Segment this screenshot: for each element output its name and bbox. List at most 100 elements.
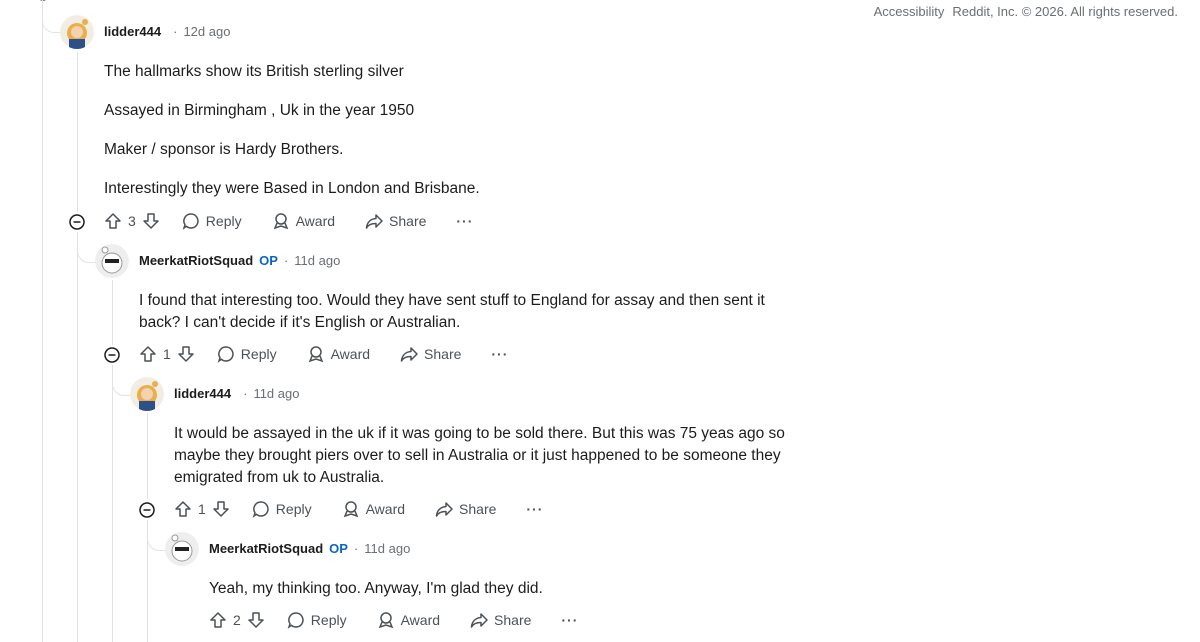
- thread-connector: [77, 232, 96, 263]
- timestamp[interactable]: 11d ago: [364, 541, 410, 556]
- thread-connector: [147, 520, 166, 551]
- award-button[interactable]: Award: [307, 345, 370, 363]
- copyright-text: Reddit, Inc. © 2026. All rights reserved…: [952, 4, 1178, 19]
- timestamp[interactable]: 12d ago: [183, 24, 230, 39]
- author-name[interactable]: lidder444: [104, 24, 161, 39]
- share-icon: [365, 214, 383, 229]
- vote-count: 1: [198, 501, 206, 517]
- comment-paragraph: Yeah, my thinking too. Anyway, I'm glad …: [209, 580, 543, 597]
- comment-icon: [287, 612, 304, 629]
- comment-icon: [252, 501, 269, 518]
- more-options-button[interactable]: ···: [526, 501, 543, 517]
- op-badge: OP: [259, 253, 278, 268]
- thread-line-1: [77, 52, 78, 212]
- thread-line-1b: [77, 232, 78, 642]
- reply-label: Reply: [240, 346, 277, 362]
- op-badge: OP: [329, 541, 348, 556]
- share-button[interactable]: Share: [400, 345, 461, 363]
- author-name[interactable]: MeerkatRiotSquad: [139, 253, 253, 268]
- comment-actions: 1 Reply Award Share ···: [174, 500, 543, 518]
- award-label: Award: [400, 612, 441, 628]
- comment-meta: MeerkatRiotSquad OP · 11d ago: [139, 253, 340, 268]
- reply-label: Reply: [310, 612, 347, 628]
- share-button[interactable]: Share: [470, 611, 531, 629]
- timestamp[interactable]: 11d ago: [253, 386, 299, 401]
- comment-body: The hallmarks show its British sterling …: [104, 61, 784, 200]
- separator-dot: ·: [283, 253, 289, 268]
- downvote-icon[interactable]: [142, 212, 160, 230]
- upvote-icon[interactable]: [104, 212, 122, 230]
- collapse-icon[interactable]: [139, 502, 155, 518]
- comment-paragraph: I found that interesting too. Would they…: [139, 292, 765, 331]
- collapse-icon[interactable]: [69, 214, 85, 230]
- separator-dot: ·: [173, 24, 178, 39]
- author-name[interactable]: lidder444: [174, 386, 231, 401]
- award-icon: [378, 612, 393, 629]
- avatar[interactable]: [165, 532, 199, 566]
- comment-paragraph: Maker / sponsor is Hardy Brothers.: [104, 141, 344, 158]
- collapse-icon[interactable]: [104, 347, 120, 363]
- award-button[interactable]: Award: [342, 500, 405, 518]
- upvote-icon[interactable]: [209, 611, 227, 629]
- award-button[interactable]: Award: [272, 212, 335, 230]
- award-label: Award: [330, 346, 371, 362]
- avatar[interactable]: [60, 15, 94, 49]
- reply-button[interactable]: Reply: [252, 500, 312, 518]
- comment-icon: [217, 346, 234, 363]
- avatar[interactable]: [95, 244, 129, 278]
- vote-control: 2: [209, 611, 265, 629]
- award-label: Award: [365, 501, 406, 517]
- timestamp[interactable]: 11d ago: [294, 253, 340, 268]
- comment-actions: 2 Reply Award Share ···: [209, 611, 578, 629]
- accessibility-link[interactable]: Accessibility: [874, 4, 945, 19]
- reply-button[interactable]: Reply: [182, 212, 242, 230]
- comment-icon: [182, 213, 199, 230]
- vote-count: 2: [233, 612, 241, 628]
- share-icon: [435, 502, 453, 517]
- comment-meta: lidder444 · 12d ago: [104, 24, 230, 39]
- thread-connector: [42, 10, 61, 33]
- vote-control: 3: [104, 212, 160, 230]
- share-icon: [470, 613, 488, 628]
- share-label: Share: [424, 346, 462, 362]
- award-button[interactable]: Award: [377, 611, 440, 629]
- reply-button[interactable]: Reply: [217, 345, 277, 363]
- downvote-icon[interactable]: [177, 345, 195, 363]
- share-button[interactable]: Share: [365, 212, 426, 230]
- comment-actions: 1 Reply Award Share ···: [139, 345, 508, 363]
- vote-control: 1: [174, 500, 230, 518]
- separator-dot: ·: [353, 541, 359, 556]
- more-options-button[interactable]: ···: [491, 346, 508, 362]
- author-name[interactable]: MeerkatRiotSquad: [209, 541, 323, 556]
- comment-meta: lidder444 · 11d ago: [174, 386, 299, 401]
- award-label: Award: [295, 213, 336, 229]
- vote-control: 1: [139, 345, 195, 363]
- share-label: Share: [494, 612, 532, 628]
- thread-line-root: [42, 0, 43, 642]
- partial-icon: [39, 0, 47, 1]
- reply-button[interactable]: Reply: [287, 611, 347, 629]
- comment-actions: 3 Reply Award Share ···: [104, 212, 473, 230]
- comment-meta: MeerkatRiotSquad OP · 11d ago: [209, 541, 410, 556]
- footer-links: Accessibility Reddit, Inc. © 2026. All r…: [874, 4, 1178, 19]
- thread-line-2b: [112, 365, 113, 642]
- more-options-button[interactable]: ···: [561, 612, 578, 628]
- comment-paragraph: It would be assayed in the uk if it was …: [174, 425, 785, 486]
- share-label: Share: [459, 501, 497, 517]
- vote-count: 1: [163, 346, 171, 362]
- upvote-icon[interactable]: [139, 345, 157, 363]
- more-options-button[interactable]: ···: [456, 213, 473, 229]
- thread-line-3: [147, 413, 148, 499]
- avatar[interactable]: [130, 377, 164, 411]
- award-icon: [308, 346, 323, 363]
- upvote-icon[interactable]: [174, 500, 192, 518]
- award-icon: [273, 213, 288, 230]
- thread-line-2: [112, 280, 113, 345]
- award-icon: [343, 501, 358, 518]
- reply-label: Reply: [205, 213, 242, 229]
- downvote-icon[interactable]: [212, 500, 230, 518]
- comment-body: It would be assayed in the uk if it was …: [174, 423, 814, 489]
- thread-connector: [112, 365, 131, 396]
- downvote-icon[interactable]: [247, 611, 265, 629]
- share-button[interactable]: Share: [435, 500, 496, 518]
